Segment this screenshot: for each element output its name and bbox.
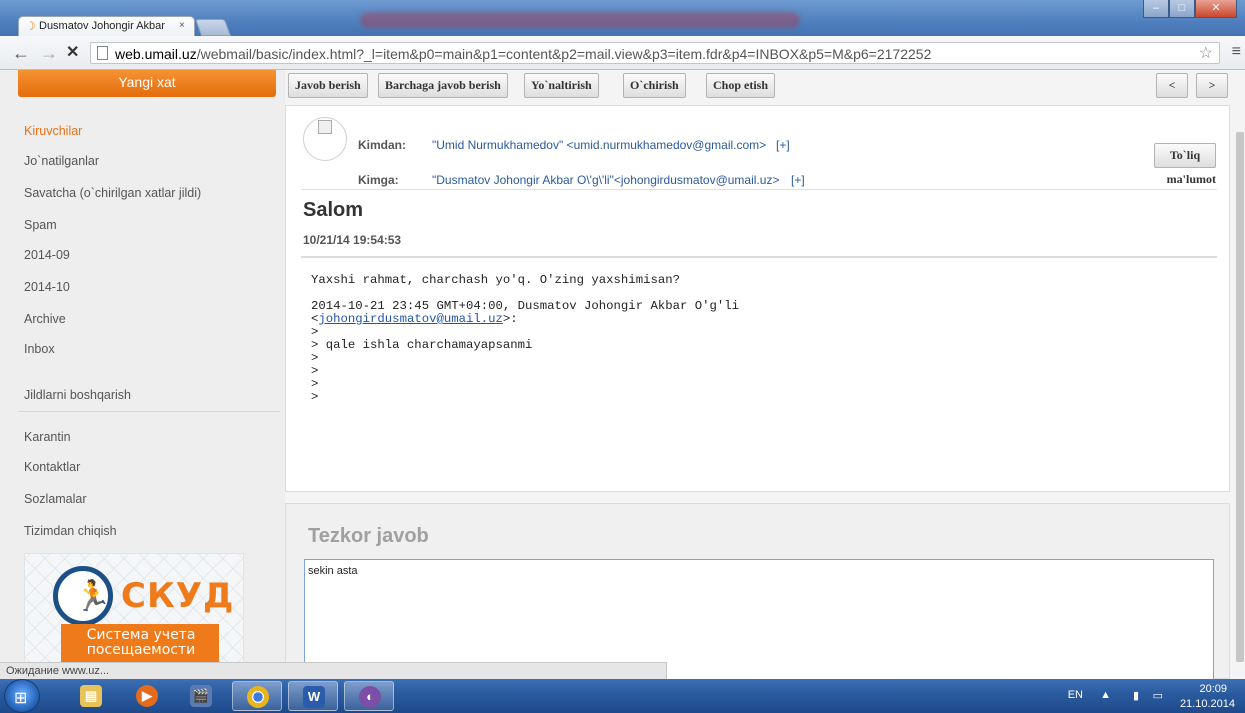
browser-menu-icon[interactable]: ≡: [1232, 43, 1241, 61]
to-add-contact[interactable]: [+]: [791, 173, 805, 187]
message-body: Yaxshi rahmat, charchash yo'q. O'zing ya…: [311, 273, 740, 404]
full-info-button[interactable]: To`liq: [1154, 143, 1216, 168]
maximize-button[interactable]: □: [1169, 0, 1195, 18]
url-path: /webmail/basic/index.html?_l=item&p0=mai…: [196, 46, 932, 62]
taskbar-media-player[interactable]: ▶: [122, 681, 172, 711]
media-player-icon: ▶: [136, 685, 158, 707]
from-label: Kimdan:: [358, 138, 406, 152]
to-value[interactable]: "Dusmatov Johongir Akbar O\'g\'li"<johon…: [432, 173, 779, 187]
folder-inbox-kiruvchilar[interactable]: Kiruvchilar: [24, 124, 82, 138]
forward-button[interactable]: →: [40, 44, 58, 62]
taskbar-explorer[interactable]: ▤: [66, 681, 116, 711]
bookmark-star-icon[interactable]: ☆: [1199, 43, 1213, 63]
body-divider: [301, 256, 1217, 258]
power-icon[interactable]: ▮: [1133, 689, 1139, 702]
movie-maker-icon: 🎬: [190, 685, 212, 707]
settings-link[interactable]: Sozlamalar: [24, 492, 87, 506]
taskbar-network[interactable]: ◐: [344, 681, 394, 711]
print-button[interactable]: Chop etish: [706, 73, 776, 98]
page-scrollbar[interactable]: [1235, 122, 1245, 679]
stop-button[interactable]: ✕: [66, 44, 79, 62]
ad-banner[interactable]: 🏃 СКУД Система учета посещаемости: [24, 553, 244, 679]
windows-logo-icon: ⊞: [14, 690, 28, 707]
minimize-button[interactable]: –: [1143, 0, 1169, 18]
runner-icon: 🏃: [74, 580, 112, 613]
tab-favicon-icon: ☽: [25, 19, 36, 33]
from-add-contact[interactable]: [+]: [776, 138, 790, 152]
clock-time[interactable]: 20:09: [1199, 683, 1227, 695]
delete-button[interactable]: O`chirish: [623, 73, 686, 98]
message-subject: Salom: [303, 199, 364, 221]
folder-inbox[interactable]: Inbox: [24, 342, 55, 356]
address-bar[interactable]: web.umail.uz/webmail/basic/index.html?_l…: [90, 42, 1220, 64]
back-button[interactable]: ←: [12, 44, 30, 62]
browser-toolbar: ← → ✕ web.umail.uz/webmail/basic/index.h…: [0, 36, 1245, 70]
word-icon: W: [303, 686, 325, 708]
quick-reply-panel: Tezkor javob sekin asta: [285, 503, 1230, 679]
ad-logo-icon: 🏃: [53, 566, 113, 626]
chrome-icon: [247, 686, 269, 708]
contacts-link[interactable]: Kontaktlar: [24, 460, 80, 474]
folder-spam[interactable]: Spam: [24, 218, 57, 232]
to-label: Kimga:: [358, 173, 399, 187]
reply-button[interactable]: Javob berish: [288, 73, 368, 98]
folder-2014-10[interactable]: 2014-10: [24, 280, 70, 294]
ad-brand: СКУД: [121, 576, 235, 616]
show-hidden-icons[interactable]: ▲: [1100, 689, 1111, 701]
network-icon[interactable]: ▭: [1153, 689, 1163, 702]
clock-date[interactable]: 21.10.2014: [1180, 698, 1235, 710]
window-controls: – □ ✕: [1143, 0, 1237, 18]
page-icon: [97, 46, 108, 60]
start-button[interactable]: ⊞: [4, 679, 40, 713]
close-window-button[interactable]: ✕: [1195, 0, 1237, 18]
reply-all-button[interactable]: Barchaga javob berish: [378, 73, 508, 98]
main-content: Javob berish Barchaga javob berish Yo`na…: [285, 70, 1245, 679]
new-tab-button[interactable]: [194, 19, 232, 36]
tab-close-icon[interactable]: ×: [179, 20, 185, 31]
window-title-blurred: [360, 12, 800, 28]
url-host: web.umail.uz: [115, 46, 197, 62]
folder-sent[interactable]: Jo`natilganlar: [24, 154, 99, 168]
body-quote-header: 2014-10-21 23:45 GMT+04:00, Dusmatov Joh…: [311, 299, 740, 313]
tab-title: Dusmatov Johongir Akbar: [39, 20, 165, 32]
manage-folders-link[interactable]: Jildlarni boshqarish: [24, 388, 131, 402]
taskbar-movie-maker[interactable]: 🎬: [176, 681, 226, 711]
broken-image-icon: [318, 120, 332, 134]
sender-avatar: [303, 117, 347, 161]
prev-message-button[interactable]: <: [1156, 73, 1188, 98]
body-quote: > > qale ishla charchamayapsanmi > > > >: [311, 325, 533, 404]
quick-reply-textarea[interactable]: sekin asta: [304, 559, 1214, 679]
webmail-page: Yangi xat Kiruvchilar Jo`natilganlar Sav…: [0, 70, 1245, 679]
quoted-email-link[interactable]: johongirdusmatov@umail.uz: [318, 312, 502, 326]
taskbar-chrome[interactable]: [232, 681, 282, 711]
language-indicator[interactable]: EN: [1068, 689, 1083, 701]
taskbar-word[interactable]: W: [288, 681, 338, 711]
ad-text: Система учета посещаемости: [86, 627, 196, 658]
full-info-label[interactable]: ma'lumot: [1154, 172, 1216, 187]
folder-archive[interactable]: Archive: [24, 312, 66, 326]
browser-status-bar: Ожидание www.uz...: [0, 662, 667, 679]
network-globe-icon: ◐: [359, 686, 381, 708]
message-date: 10/21/14 19:54:53: [303, 233, 402, 247]
sidebar: Yangi xat Kiruvchilar Jo`natilganlar Sav…: [0, 70, 285, 679]
sidebar-divider: [18, 411, 280, 412]
compose-button[interactable]: Yangi xat: [18, 70, 276, 97]
browser-tab[interactable]: ☽ Dusmatov Johongir Akbar ×: [18, 16, 195, 36]
forward-mail-button[interactable]: Yo`naltirish: [524, 73, 599, 98]
folder-trash[interactable]: Savatcha (o`chirilgan xatlar jildi): [24, 186, 201, 200]
quick-reply-title: Tezkor javob: [308, 525, 429, 547]
folder-2014-09[interactable]: 2014-09: [24, 248, 70, 262]
quarantine-link[interactable]: Karantin: [24, 430, 71, 444]
folder-icon: ▤: [80, 685, 102, 707]
windows-taskbar: ⊞ ▤ ▶ 🎬 W ◐ EN ▲ ▮ ▭ 20:09 21.10.2014: [0, 679, 1245, 713]
header-divider: [301, 189, 1217, 190]
from-value[interactable]: "Umid Nurmukhamedov" <umid.nurmukhamedov…: [432, 138, 766, 152]
scrollbar-thumb[interactable]: [1236, 132, 1244, 662]
message-panel: Kimdan: "Umid Nurmukhamedov" <umid.nurmu…: [285, 105, 1230, 492]
window-titlebar: ☽ Dusmatov Johongir Akbar × – □ ✕: [0, 0, 1245, 36]
next-message-button[interactable]: >: [1196, 73, 1228, 98]
logout-link[interactable]: Tizimdan chiqish: [24, 524, 117, 538]
body-line-1: Yaxshi rahmat, charchash yo'q. O'zing ya…: [311, 273, 680, 287]
url-text: web.umail.uz/webmail/basic/index.html?_l…: [115, 46, 931, 62]
